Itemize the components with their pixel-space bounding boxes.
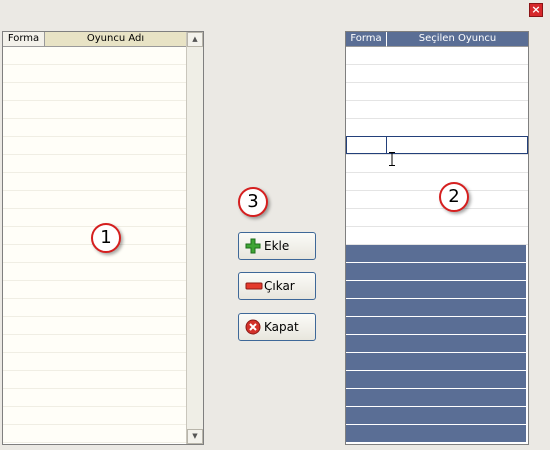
- add-button[interactable]: Ekle: [238, 232, 316, 260]
- table-row[interactable]: [346, 101, 528, 119]
- table-row[interactable]: [3, 425, 186, 443]
- scroll-up-button[interactable]: ▲: [187, 32, 203, 47]
- table-row[interactable]: [346, 209, 528, 227]
- table-row[interactable]: [3, 209, 186, 227]
- table-row[interactable]: [3, 47, 186, 65]
- table-row[interactable]: [346, 155, 528, 173]
- selected-table-row[interactable]: [346, 317, 526, 335]
- table-row[interactable]: [346, 65, 528, 83]
- table-row[interactable]: [3, 155, 186, 173]
- selected-table-row[interactable]: [346, 353, 526, 371]
- step-badge-2: 2: [439, 182, 469, 212]
- table-row[interactable]: [3, 317, 186, 335]
- close-button[interactable]: Kapat: [238, 313, 316, 341]
- remove-button-label: Çıkar: [264, 279, 295, 293]
- remove-button[interactable]: Çıkar: [238, 272, 316, 300]
- player-list-scrollbar[interactable]: ▲ ▼: [186, 32, 203, 444]
- close-button-label: Kapat: [264, 320, 299, 334]
- table-row[interactable]: [3, 281, 186, 299]
- selected-player-grid[interactable]: Forma Seçilen Oyuncu: [345, 31, 529, 445]
- forma-edit-cell[interactable]: [347, 137, 387, 153]
- table-row[interactable]: [3, 137, 186, 155]
- add-button-label: Ekle: [264, 239, 290, 253]
- column-header-oyuncu-adi[interactable]: Oyuncu Adı: [45, 32, 186, 47]
- minus-icon: [245, 278, 263, 294]
- table-row[interactable]: [3, 335, 186, 353]
- selected-table-row[interactable]: [346, 425, 526, 443]
- table-row[interactable]: [3, 299, 186, 317]
- selected-table-row[interactable]: [346, 245, 526, 263]
- table-row[interactable]: [3, 371, 186, 389]
- table-row[interactable]: [3, 173, 186, 191]
- step-badge-3: 3: [238, 187, 268, 217]
- selected-table-row[interactable]: [346, 389, 526, 407]
- table-row[interactable]: [3, 101, 186, 119]
- table-row[interactable]: [346, 119, 528, 137]
- selected-table-row[interactable]: [346, 407, 526, 425]
- selected-table-row[interactable]: [346, 299, 526, 317]
- column-header-forma[interactable]: Forma: [346, 32, 387, 47]
- selected-table-row[interactable]: [346, 371, 526, 389]
- table-row[interactable]: [3, 119, 186, 137]
- edit-row[interactable]: [346, 136, 528, 154]
- table-row[interactable]: [346, 47, 528, 65]
- plus-icon: [245, 238, 261, 254]
- table-row[interactable]: [3, 389, 186, 407]
- step-badge-1: 1: [91, 223, 121, 253]
- table-row[interactable]: [3, 83, 186, 101]
- selected-table-row[interactable]: [346, 335, 526, 353]
- selected-table-row[interactable]: [346, 281, 526, 299]
- table-row[interactable]: [346, 173, 528, 191]
- table-row[interactable]: [3, 353, 186, 371]
- table-row[interactable]: [3, 65, 186, 83]
- window-close-button[interactable]: ×: [529, 3, 543, 17]
- close-icon: ×: [531, 3, 541, 16]
- table-row[interactable]: [3, 407, 186, 425]
- table-row[interactable]: [3, 263, 186, 281]
- column-header-forma[interactable]: Forma: [3, 32, 45, 47]
- column-header-secilen-oyuncu[interactable]: Seçilen Oyuncu: [387, 32, 528, 47]
- selected-player-rows: [346, 47, 528, 443]
- table-row[interactable]: [346, 227, 528, 245]
- selected-table-row[interactable]: [346, 263, 526, 281]
- text-cursor-icon: [389, 152, 395, 166]
- scroll-down-button[interactable]: ▼: [187, 429, 203, 444]
- table-row[interactable]: [346, 191, 528, 209]
- table-row[interactable]: [3, 191, 186, 209]
- table-row[interactable]: [346, 83, 528, 101]
- cancel-icon: [245, 319, 261, 335]
